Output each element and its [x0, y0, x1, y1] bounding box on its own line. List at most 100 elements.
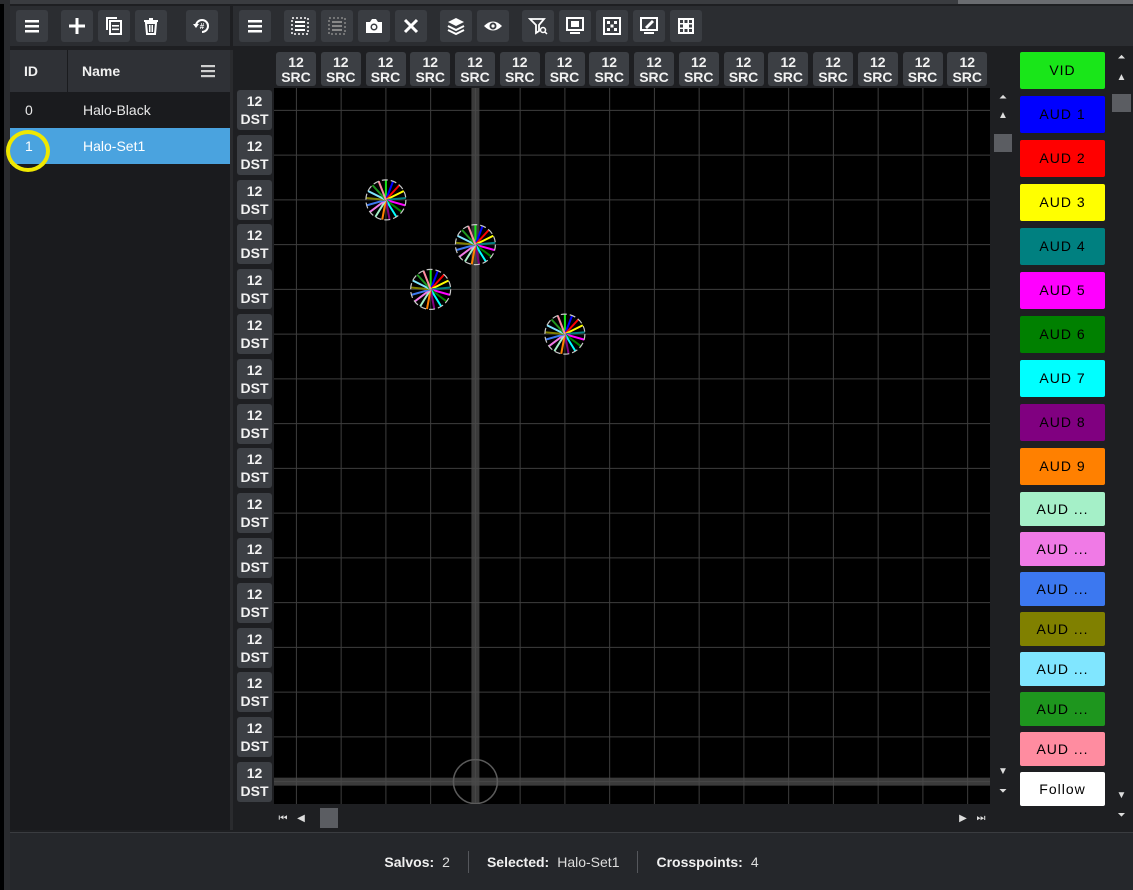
copy-salvo-button[interactable]	[98, 10, 130, 42]
destination-suffix: DST	[240, 693, 269, 710]
scroll-right-icon[interactable]: ▶	[954, 813, 972, 824]
level-button[interactable]: AUD 8	[1020, 404, 1105, 441]
select-all-button[interactable]	[284, 10, 316, 42]
level-button[interactable]: Follow	[1020, 772, 1105, 806]
delete-salvo-button[interactable]	[135, 10, 167, 42]
clear-button[interactable]	[395, 10, 427, 42]
level-button[interactable]: AUD 4	[1020, 228, 1105, 265]
monitor-edit-button[interactable]	[633, 10, 665, 42]
level-button[interactable]: AUD ...	[1020, 572, 1105, 606]
source-button[interactable]: 12 SRC	[813, 52, 853, 86]
snapshot-button[interactable]	[358, 10, 390, 42]
levels-scroll-down-icon[interactable]: ▼	[1110, 790, 1133, 801]
layers-button[interactable]	[440, 10, 472, 42]
id-column-header[interactable]: ID	[10, 50, 68, 92]
scroll-up-icon[interactable]: ▲	[992, 106, 1014, 124]
destination-suffix: DST	[240, 155, 269, 172]
scroll-bottom-icon[interactable]: ⏷	[992, 782, 1014, 800]
scroll-last-icon[interactable]: ⏭	[972, 813, 990, 824]
matrix-vertical-scrollbar[interactable]: ⏶ ▲ ▼ ⏷	[992, 88, 1014, 804]
source-button[interactable]: 12 SRC	[902, 52, 943, 86]
source-button[interactable]: 12 SRC	[276, 52, 316, 86]
scroll-down-icon[interactable]: ▼	[992, 762, 1014, 780]
level-button[interactable]: AUD 3	[1020, 184, 1105, 221]
destination-button[interactable]: 12 DST	[237, 761, 272, 802]
destination-button[interactable]: 12 DST	[237, 493, 272, 534]
destination-button[interactable]: 12 DST	[237, 179, 272, 220]
source-button[interactable]: 12 SRC	[410, 52, 451, 86]
destination-button[interactable]: 12 DST	[237, 358, 272, 399]
level-button[interactable]: AUD 7	[1020, 360, 1105, 397]
source-button[interactable]: 12 SRC	[678, 52, 719, 86]
deselect-button[interactable]	[321, 10, 353, 42]
level-button[interactable]: AUD 9	[1020, 448, 1105, 485]
source-button[interactable]: 12 SRC	[723, 52, 764, 86]
level-button[interactable]: VID	[1020, 52, 1105, 89]
source-button[interactable]: 12 SRC	[768, 52, 809, 86]
destination-button[interactable]: 12 DST	[237, 269, 272, 310]
destination-button[interactable]: 12 DST	[237, 224, 272, 265]
destination-button[interactable]: 12 DST	[237, 582, 272, 623]
source-button[interactable]: 12 SRC	[589, 52, 630, 86]
levels-scroll-bottom-icon[interactable]: ⏷	[1110, 810, 1133, 821]
grid-dots-button[interactable]	[670, 10, 702, 42]
source-button[interactable]: 12 SRC	[365, 52, 406, 86]
source-button[interactable]: 12 SRC	[947, 52, 988, 86]
source-suffix: SRC	[773, 69, 804, 85]
destination-suffix: DST	[240, 603, 269, 620]
vertical-scroll-thumb[interactable]	[994, 134, 1012, 152]
source-button[interactable]: 12 SRC	[544, 52, 585, 86]
source-button[interactable]: 12 SRC	[455, 52, 495, 86]
source-button[interactable]: 12 SRC	[320, 52, 361, 86]
source-suffix: SRC	[728, 69, 759, 85]
monitor-button[interactable]	[559, 10, 591, 42]
menu-button[interactable]	[16, 10, 48, 42]
grid-button[interactable]	[596, 10, 628, 42]
destination-button[interactable]: 12 DST	[237, 90, 272, 130]
scroll-top-icon[interactable]: ⏶	[992, 88, 1014, 106]
levels-scroll-up-icon[interactable]: ▲	[1110, 72, 1133, 83]
crosspoint-grid-canvas[interactable]	[274, 88, 990, 804]
levels-scroll-top-icon[interactable]: ⏶	[1110, 52, 1133, 63]
scroll-first-icon[interactable]: ⏮	[274, 813, 292, 824]
close-icon	[403, 18, 419, 34]
level-button[interactable]: AUD ...	[1020, 732, 1105, 766]
destination-button[interactable]: 12 DST	[237, 448, 272, 489]
filter-button[interactable]	[522, 10, 554, 42]
destination-button[interactable]: 12 DST	[237, 672, 272, 713]
level-button[interactable]: AUD 6	[1020, 316, 1105, 353]
level-button[interactable]: AUD ...	[1020, 532, 1105, 566]
deselect-icon	[328, 17, 346, 35]
destination-button[interactable]: 12 DST	[237, 717, 272, 758]
matrix-horizontal-scrollbar[interactable]: ⏮ ◀ ▶ ⏭	[274, 807, 990, 829]
destination-button[interactable]: 12 DST	[237, 134, 272, 175]
renumber-button[interactable]: #	[186, 10, 218, 42]
destination-number: 12	[246, 764, 263, 781]
level-button[interactable]: AUD ...	[1020, 652, 1105, 686]
levels-scroll-thumb[interactable]	[1112, 94, 1131, 112]
add-salvo-button[interactable]	[61, 10, 93, 42]
horizontal-scroll-thumb[interactable]	[320, 808, 338, 828]
salvo-row[interactable]: 0 Halo-Black	[10, 92, 230, 128]
name-column-header[interactable]: Name	[68, 50, 230, 92]
source-button[interactable]: 12 SRC	[857, 52, 898, 86]
crosspoint-grid[interactable]	[274, 88, 990, 804]
destination-button[interactable]: 12 DST	[237, 537, 272, 578]
destination-button[interactable]: 12 DST	[237, 313, 272, 354]
level-button[interactable]: AUD ...	[1020, 692, 1105, 726]
scroll-left-icon[interactable]: ◀	[292, 813, 310, 824]
levels-scrollbar[interactable]: ⏶ ▲ ▼ ⏷	[1110, 50, 1133, 830]
matrix-menu-button[interactable]	[239, 10, 271, 42]
view-button[interactable]	[477, 10, 509, 42]
level-button[interactable]: AUD 5	[1020, 272, 1105, 309]
level-button[interactable]: AUD 1	[1020, 96, 1105, 133]
level-button[interactable]: AUD 2	[1020, 140, 1105, 177]
destination-button[interactable]: 12 DST	[237, 403, 272, 444]
level-button[interactable]: AUD ...	[1020, 492, 1105, 526]
source-button[interactable]: 12 SRC	[634, 52, 674, 86]
source-button[interactable]: 12 SRC	[499, 52, 540, 86]
level-button[interactable]: AUD ...	[1020, 612, 1105, 646]
column-menu-icon[interactable]	[200, 64, 216, 78]
destination-button[interactable]: 12 DST	[237, 627, 272, 668]
source-suffix: SRC	[415, 69, 446, 85]
